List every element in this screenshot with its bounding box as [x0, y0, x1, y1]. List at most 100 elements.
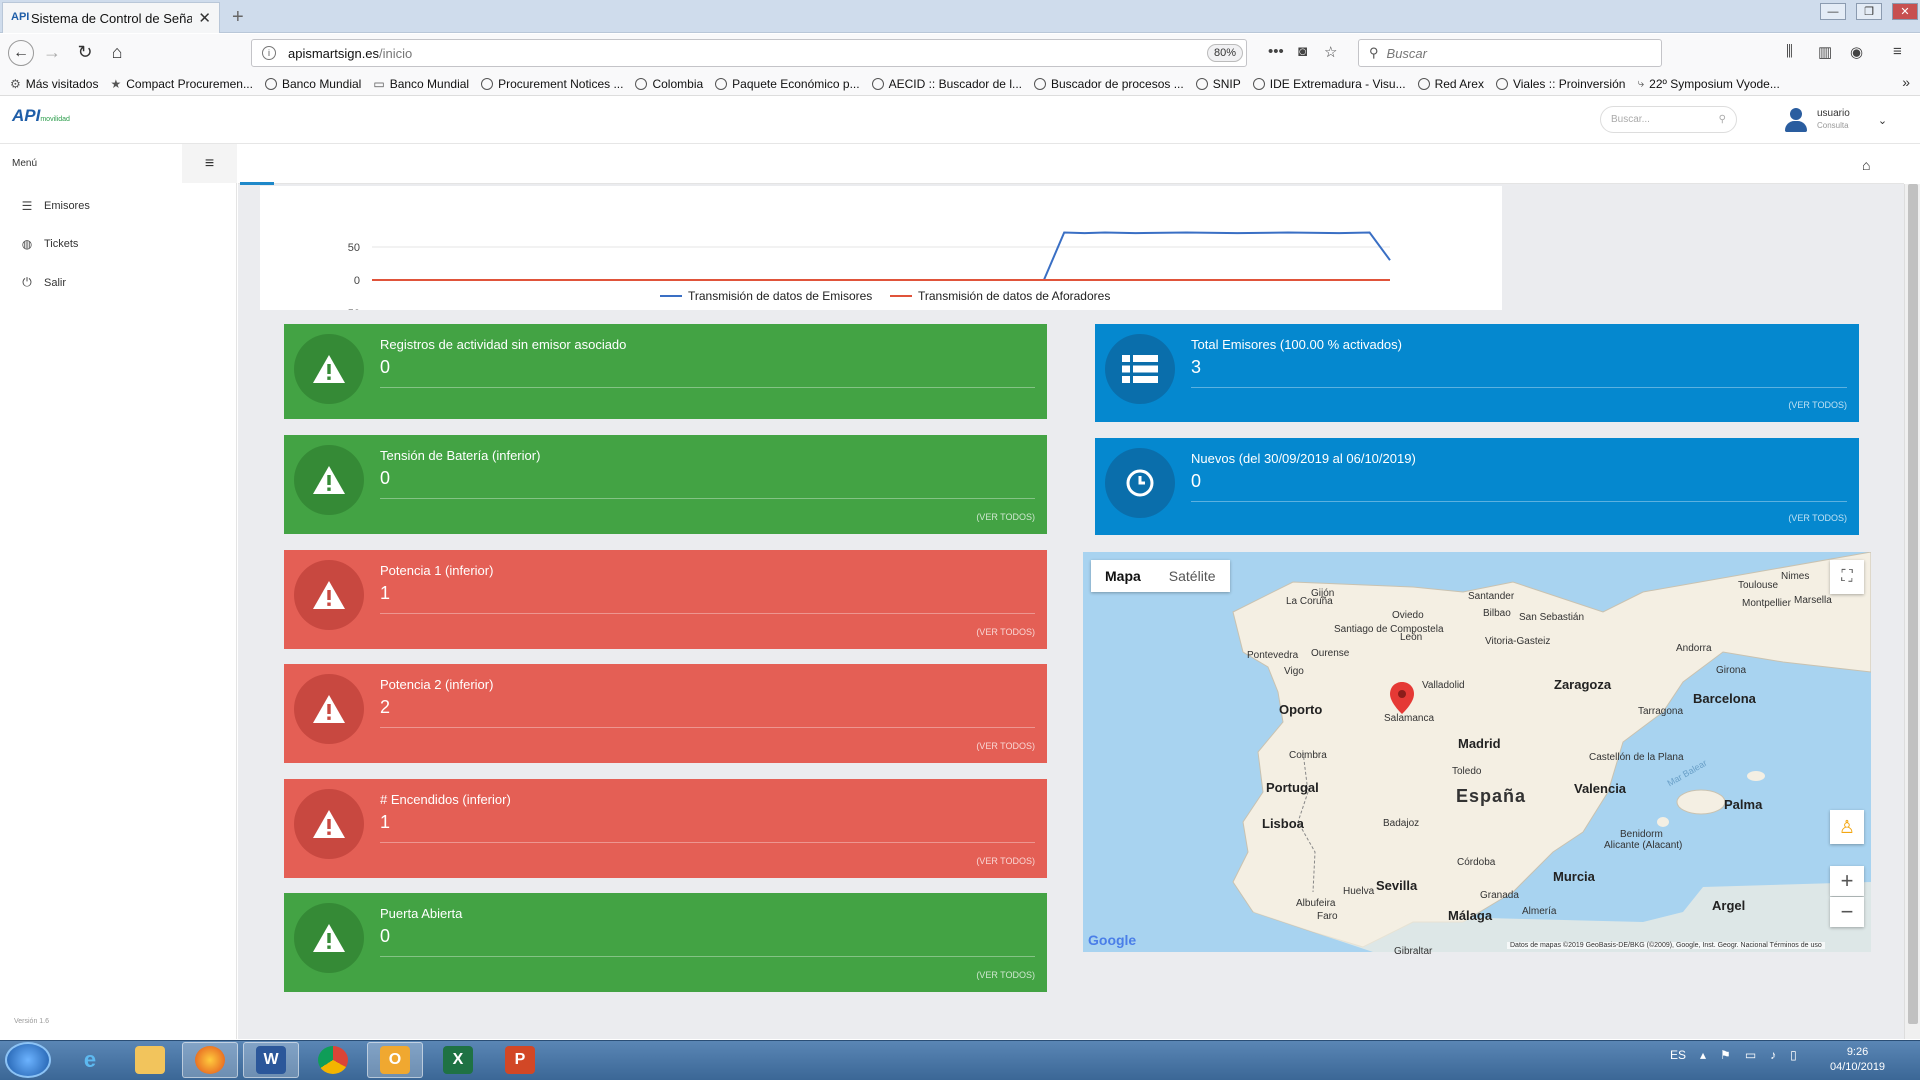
- map-type-map-button[interactable]: Mapa: [1091, 560, 1155, 592]
- browser-tab[interactable]: API Sistema de Control de Señales ✕: [2, 2, 220, 33]
- volume-icon[interactable]: ♪: [1770, 1048, 1776, 1062]
- map-city-label: Marsella: [1794, 595, 1832, 606]
- bookmark-item[interactable]: Paquete Económico p...: [715, 77, 860, 91]
- bookmark-item[interactable]: Banco Mundial: [264, 77, 361, 91]
- forward-arrow-icon[interactable]: →: [40, 42, 64, 63]
- page-actions-icon[interactable]: •••: [1268, 43, 1284, 60]
- taskbar-ie[interactable]: e: [62, 1042, 118, 1078]
- back-arrow-icon[interactable]: ←: [8, 40, 34, 66]
- view-all-link[interactable]: (VER TODOS): [1788, 513, 1847, 523]
- reload-icon[interactable]: ↻: [73, 42, 97, 63]
- page-scrollbar[interactable]: [1904, 184, 1920, 1039]
- chevron-down-icon[interactable]: ⌄: [1878, 114, 1887, 127]
- series-line-0[interactable]: [372, 231, 1391, 281]
- view-all-link[interactable]: (VER TODOS): [976, 512, 1035, 522]
- sidebar-item-salir[interactable]: ⏻ Salir: [20, 275, 66, 290]
- status-card[interactable]: Puerta Abierta 0 (VER TODOS): [284, 893, 1047, 992]
- zoom-out-button[interactable]: −: [1830, 897, 1864, 927]
- zoom-level[interactable]: 80%: [1207, 44, 1243, 62]
- card-divider: [1191, 501, 1847, 502]
- browser-search-field[interactable]: ⚲ Buscar: [1358, 39, 1662, 67]
- user-menu[interactable]: usuario Consulta ⌄: [1785, 108, 1887, 132]
- fullscreen-icon[interactable]: ⛶: [1830, 560, 1864, 594]
- minimize-icon[interactable]: —: [1820, 3, 1846, 20]
- network-icon[interactable]: ⚑: [1720, 1048, 1731, 1062]
- map-attribution[interactable]: Datos de mapas ©2019 GeoBasis-DE/BKG (©2…: [1507, 942, 1825, 949]
- user-role: Consulta: [1817, 121, 1849, 130]
- close-window-icon[interactable]: ✕: [1892, 3, 1918, 20]
- tray-expand-icon[interactable]: ▴: [1700, 1048, 1706, 1062]
- bookmark-item[interactable]: SNIP: [1195, 77, 1241, 91]
- street-view-pegman-icon[interactable]: ♙: [1830, 810, 1864, 844]
- legend-label[interactable]: Transmisión de datos de Aforadores: [918, 289, 1110, 303]
- taskbar-word[interactable]: W: [243, 1042, 299, 1078]
- library-icon[interactable]: ⫼: [1786, 43, 1793, 60]
- status-card[interactable]: Registros de actividad sin emisor asocia…: [284, 324, 1047, 419]
- card-divider: [380, 842, 1035, 843]
- bookmark-star-icon[interactable]: ☆: [1324, 43, 1337, 61]
- map-city-label: Toledo: [1452, 766, 1482, 777]
- sidebar-item-emisores[interactable]: ☰ Emisores: [20, 199, 90, 213]
- url-bar[interactable]: i apismartsign.es/inicio: [251, 39, 1247, 67]
- bookmark-item[interactable]: ▭ Banco Mundial: [373, 77, 469, 91]
- home-icon[interactable]: ⌂: [1862, 157, 1870, 173]
- map-marker-icon[interactable]: [1390, 682, 1414, 714]
- taskbar-firefox[interactable]: [182, 1042, 238, 1078]
- hamburger-menu-icon[interactable]: ≡: [1893, 43, 1902, 60]
- bookmark-item[interactable]: Colombia: [635, 77, 703, 91]
- sidebar-item-tickets[interactable]: ◍ Tickets: [20, 237, 79, 251]
- account-icon[interactable]: ◉: [1850, 43, 1863, 61]
- bookmark-item[interactable]: ★ Compact Procuremen...: [110, 77, 252, 91]
- user-name: usuario: [1817, 108, 1850, 119]
- status-card[interactable]: Tensión de Batería (inferior) 0 (VER TODOS…: [284, 435, 1047, 534]
- view-all-link[interactable]: (VER TODOS): [976, 741, 1035, 751]
- windows-start-icon[interactable]: [5, 1042, 51, 1078]
- bookmark-item[interactable]: Red Arex: [1417, 77, 1484, 91]
- map-view[interactable]: [1083, 552, 1871, 952]
- bookmark-item[interactable]: Viales :: Proinversión: [1495, 77, 1625, 91]
- restore-icon[interactable]: ❐: [1856, 3, 1882, 20]
- site-info-icon[interactable]: i: [262, 46, 276, 60]
- taskbar-powerpoint[interactable]: P: [492, 1042, 548, 1078]
- display-icon[interactable]: ▭: [1745, 1048, 1756, 1062]
- bookmark-item[interactable]: Procurement Notices ...: [481, 77, 623, 91]
- map-type-satellite-button[interactable]: Satélite: [1155, 560, 1230, 592]
- view-all-link[interactable]: (VER TODOS): [976, 627, 1035, 637]
- language-indicator[interactable]: ES: [1670, 1048, 1686, 1062]
- taskbar-excel[interactable]: X: [430, 1042, 486, 1078]
- bookmark-item[interactable]: ⚙ Más visitados: [10, 77, 98, 91]
- status-card[interactable]: Potencia 1 (inferior) 1 (VER TODOS): [284, 550, 1047, 649]
- globe-icon: [871, 77, 884, 90]
- scrollbar-thumb[interactable]: [1908, 184, 1918, 1024]
- summary-card[interactable]: Nuevos (del 30/09/2019 al 06/10/2019) 0 (V…: [1095, 438, 1859, 535]
- summary-card[interactable]: Total Emisores (100.00 % activados) 3 (VER…: [1095, 324, 1859, 422]
- sidebar-icon[interactable]: ▥: [1818, 43, 1832, 61]
- bookmark-item[interactable]: IDE Extremadura - Visu...: [1252, 77, 1406, 91]
- taskbar-clock[interactable]: 9:26 04/10/2019: [1830, 1045, 1885, 1075]
- taskbar-explorer[interactable]: [122, 1042, 178, 1078]
- taskbar-chrome[interactable]: [305, 1042, 361, 1078]
- bookmarks-overflow-icon[interactable]: »: [1902, 74, 1910, 90]
- home-icon[interactable]: ⌂: [105, 42, 129, 63]
- bookmark-item[interactable]: ⤷ 22º Symposium Vyode...: [1637, 76, 1779, 91]
- globe-icon: [1033, 77, 1046, 90]
- view-all-link[interactable]: (VER TODOS): [1788, 400, 1847, 410]
- view-all-link[interactable]: (VER TODOS): [976, 856, 1035, 866]
- menu-toggle-icon[interactable]: ≡: [182, 144, 237, 183]
- pocket-icon[interactable]: ◙: [1298, 43, 1307, 60]
- bookmark-item[interactable]: Buscador de procesos ...: [1033, 77, 1184, 91]
- status-card[interactable]: Potencia 2 (inferior) 2 (VER TODOS): [284, 664, 1047, 763]
- new-tab-icon[interactable]: +: [232, 6, 244, 29]
- view-all-link[interactable]: (VER TODOS): [976, 970, 1035, 980]
- power-icon[interactable]: ▯: [1790, 1048, 1797, 1062]
- app-search-input[interactable]: Buscar... ⚲: [1600, 106, 1737, 133]
- bookmark-item[interactable]: AECID :: Buscador de l...: [871, 77, 1022, 91]
- app-logo[interactable]: APImovilidad: [12, 106, 70, 126]
- close-tab-icon[interactable]: ✕: [198, 9, 211, 27]
- legend-label[interactable]: Transmisión de datos de Emisores: [688, 289, 872, 303]
- map-city-label: San Sebastián: [1519, 612, 1585, 623]
- zoom-in-button[interactable]: +: [1830, 866, 1864, 896]
- taskbar-outlook[interactable]: O: [367, 1042, 423, 1078]
- status-card[interactable]: # Encendidos (inferior) 1 (VER TODOS): [284, 779, 1047, 878]
- bookmarks-bar: ⚙ Más visitados ★ Compact Procuremen... Banc…: [0, 72, 1920, 96]
